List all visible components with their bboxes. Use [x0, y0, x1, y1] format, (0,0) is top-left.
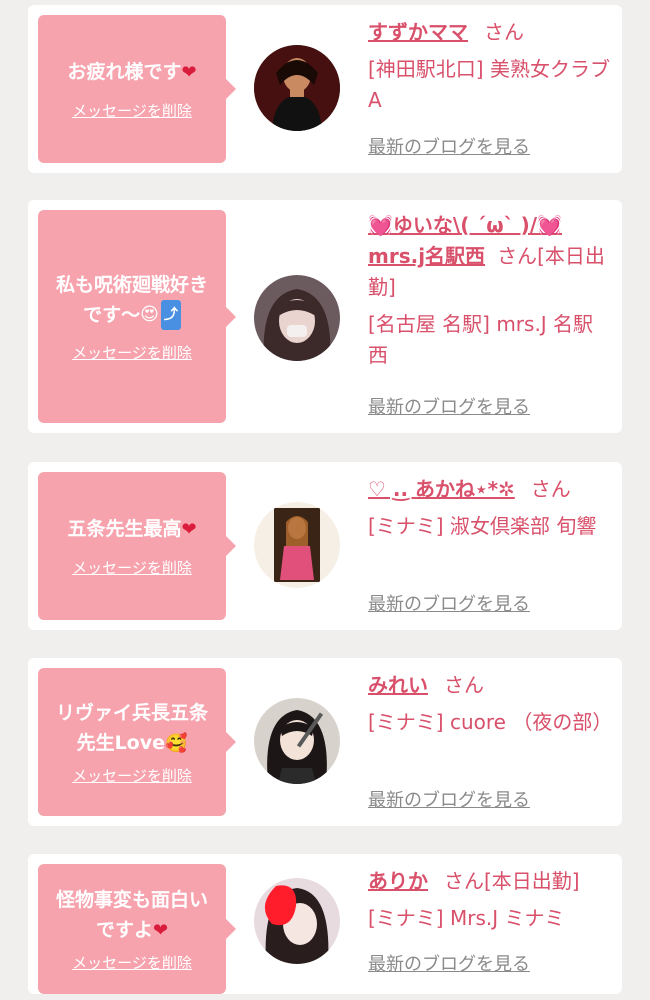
- profile-info: みれい さん [ミナミ] cuore （夜の部）: [368, 670, 613, 738]
- message-text: リヴァイ兵長五条 先生Love🥰: [56, 698, 208, 759]
- delete-message-button[interactable]: メッセージを削除: [72, 952, 192, 973]
- profile-info: ありか さん[本日出勤] [ミナミ] Mrs.J ミナミ: [368, 866, 613, 934]
- shop-name: [名古屋 名駅] mrs.J 名駅西: [368, 312, 594, 367]
- shop-name: [神田駅北口] 美熟女クラブA: [368, 57, 610, 112]
- honorific: さん: [530, 477, 571, 501]
- avatar[interactable]: [254, 502, 340, 588]
- delete-message-button[interactable]: メッセージを削除: [72, 765, 192, 786]
- latest-blog-link[interactable]: 最新のブログを見る: [368, 786, 530, 812]
- honorific: さん: [444, 869, 484, 893]
- message-line: 私も呪術廻戦好き: [55, 273, 208, 296]
- profile-name-link[interactable]: ありか: [368, 869, 428, 893]
- avatar[interactable]: [254, 878, 340, 964]
- message-card: 五条先生最高❤ メッセージを削除 ♡ .͜. あかね⋆*✲ さん [ミナミ] 淑女…: [28, 462, 622, 630]
- latest-blog-link[interactable]: 最新のブログを見る: [368, 950, 530, 976]
- avatar-photo: [254, 45, 340, 131]
- message-line: 怪物事変も面白い: [55, 889, 208, 912]
- shop-name: [ミナミ] cuore （夜の部）: [368, 710, 613, 734]
- message-bubble: リヴァイ兵長五条 先生Love🥰 メッセージを削除: [38, 668, 236, 816]
- message-bubble: 怪物事変も面白い ですよ❤ メッセージを削除: [38, 864, 236, 994]
- shop-name: [ミナミ] 淑女倶楽部 旬響: [368, 514, 597, 538]
- heart-icon: ❤: [152, 919, 169, 941]
- heart-icon: ❤: [181, 61, 197, 83]
- message-text: 五条先生最高❤: [67, 514, 196, 545]
- delete-message-button[interactable]: メッセージを削除: [72, 100, 192, 121]
- heart-icon: ❤: [181, 518, 197, 540]
- message-line: リヴァイ兵長五条: [55, 702, 208, 725]
- status-badge: [本日出勤]: [484, 869, 580, 893]
- profile-name-link[interactable]: すずかママ: [368, 20, 468, 44]
- message-line: お疲れ様です: [67, 61, 182, 84]
- avatar-photo: [254, 275, 340, 361]
- message-card: 私も呪術廻戦好き です〜😍 ⤴ メッセージを削除 💓ゆいな\( ´ω` )/💓 mr…: [28, 200, 622, 433]
- message-bubble: 五条先生最高❤ メッセージを削除: [38, 472, 236, 620]
- heart-eyes-emoji-icon: 😍: [140, 304, 159, 326]
- smiling-face-with-hearts-icon: 🥰: [165, 732, 188, 754]
- avatar[interactable]: [254, 275, 340, 361]
- profile-info: 💓ゆいな\( ´ω` )/💓 mrs.j名駅西 さん[本日出勤] [名古屋 名駅] …: [368, 210, 613, 371]
- latest-blog-link[interactable]: 最新のブログを見る: [368, 393, 530, 419]
- arrow-up-right-icon: ⤴: [160, 300, 181, 331]
- profile-name-link[interactable]: みれい: [368, 673, 428, 697]
- message-text: お疲れ様です❤: [67, 57, 196, 88]
- message-card: お疲れ様です❤ メッセージを削除 すずかママ さん [神田駅北口] 美熟女クラブA…: [28, 5, 622, 173]
- shop-name: [ミナミ] Mrs.J ミナミ: [368, 906, 565, 930]
- message-line: です〜: [83, 303, 141, 326]
- message-line: ですよ: [95, 919, 153, 942]
- latest-blog-link[interactable]: 最新のブログを見る: [368, 590, 530, 616]
- message-line: 五条先生最高: [67, 518, 182, 541]
- avatar-photo: [254, 698, 340, 784]
- latest-blog-link[interactable]: 最新のブログを見る: [368, 133, 530, 159]
- message-text: 怪物事変も面白い ですよ❤: [56, 885, 208, 946]
- message-bubble: 私も呪術廻戦好き です〜😍 ⤴ メッセージを削除: [38, 210, 236, 423]
- avatar[interactable]: [254, 698, 340, 784]
- message-card: 怪物事変も面白い ですよ❤ メッセージを削除 ありか さん[本日出勤] [ミナミ]…: [28, 854, 622, 994]
- delete-message-button[interactable]: メッセージを削除: [72, 342, 192, 363]
- message-line: 先生Love: [76, 732, 165, 755]
- profile-name-link[interactable]: ♡ .͜. あかね⋆*✲: [368, 477, 515, 501]
- avatar-photo: [254, 878, 340, 964]
- message-card: リヴァイ兵長五条 先生Love🥰 メッセージを削除 みれい さん [ミナミ] cu…: [28, 658, 622, 826]
- avatar[interactable]: [254, 45, 340, 131]
- honorific: さん: [444, 673, 484, 697]
- honorific: さん: [484, 20, 524, 44]
- profile-info: ♡ .͜. あかね⋆*✲ さん [ミナミ] 淑女倶楽部 旬響: [368, 474, 613, 542]
- message-bubble: お疲れ様です❤ メッセージを削除: [38, 15, 236, 163]
- message-text: 私も呪術廻戦好き です〜😍 ⤴: [56, 270, 208, 331]
- honorific: さん: [497, 244, 538, 268]
- profile-info: すずかママ さん [神田駅北口] 美熟女クラブA: [368, 17, 613, 116]
- avatar-photo: [254, 502, 340, 588]
- delete-message-button[interactable]: メッセージを削除: [72, 557, 192, 578]
